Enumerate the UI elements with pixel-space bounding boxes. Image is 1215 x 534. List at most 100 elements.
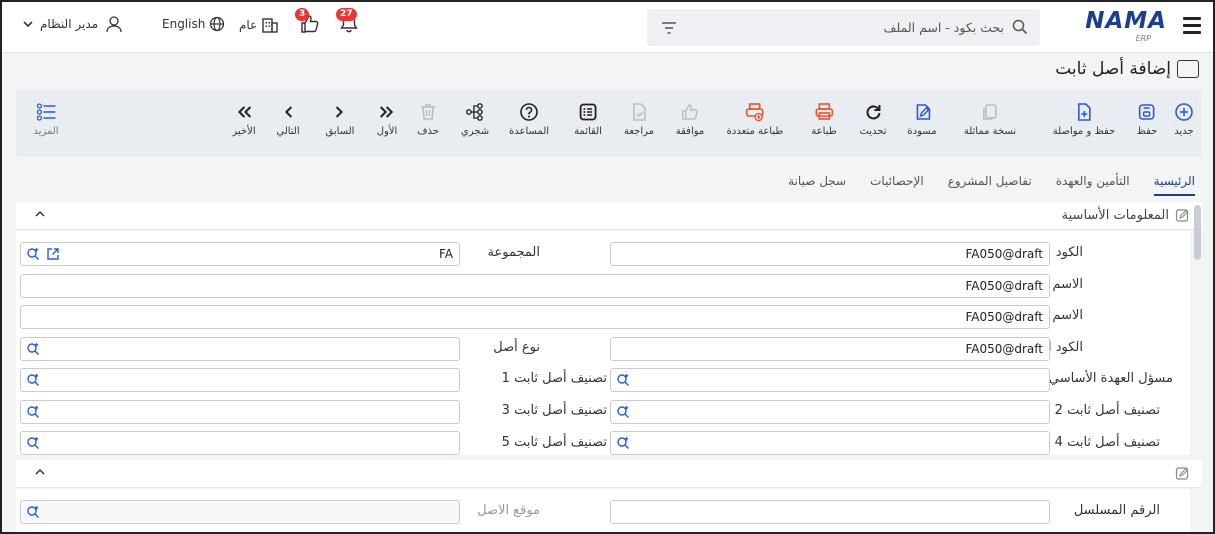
second-section-header[interactable]: [16, 460, 1202, 488]
tab-bar: الرئيسية التأمين والعهدة تفاصيل المشروع …: [788, 174, 1195, 196]
class3-label: تصنيف أصل ثابت 3: [501, 403, 607, 418]
tree-button[interactable]: شجري: [461, 102, 489, 137]
branch-label: عام: [239, 18, 258, 32]
asset-type-field[interactable]: [20, 337, 460, 361]
search-lookup-icon[interactable]: [26, 405, 40, 419]
search-icon: [1012, 19, 1028, 38]
search-lookup-icon[interactable]: [616, 436, 630, 450]
code-field[interactable]: FA050@draft: [610, 242, 1050, 266]
class5-label: تصنيف أصل ثابت 5: [501, 435, 607, 450]
serial-number-field[interactable]: [610, 500, 1050, 524]
edit-icon: [1175, 209, 1189, 222]
custody-field[interactable]: [610, 368, 1050, 392]
basic-info-form: الكود FA050@draft المجموعة FA الاسم العر…: [16, 231, 1190, 455]
last-button[interactable]: الأخير: [232, 102, 256, 137]
serial-number-label: الرقم المسلسل: [1073, 503, 1160, 518]
english-code-field[interactable]: FA050@draft: [610, 337, 1050, 361]
notifications-button[interactable]: 27: [336, 8, 360, 37]
page-title-text: إضافة أصل ثابت: [1055, 59, 1171, 79]
approvals-button[interactable]: 3: [295, 8, 321, 38]
filter-icon[interactable]: [661, 21, 677, 38]
second-section-title: [1175, 466, 1190, 481]
language-switch[interactable]: English: [162, 16, 225, 32]
refresh-icon: [866, 105, 880, 120]
list-icon: [579, 103, 597, 121]
save-continue-button[interactable]: حفظ و مواصلة: [1053, 102, 1115, 137]
second-section-form: الرقم المسلسل موقع الاصل: [16, 489, 1190, 532]
class3-field[interactable]: [20, 400, 460, 424]
search-lookup-icon[interactable]: [616, 405, 630, 419]
search-box[interactable]: بحث بكود - اسم الملف: [647, 9, 1040, 46]
trash-icon: [420, 104, 435, 120]
approvals-badge: 3: [295, 8, 310, 21]
tree-icon: [466, 103, 483, 121]
tab-main[interactable]: الرئيسية: [1153, 174, 1195, 196]
english-name-field[interactable]: FA050@draft: [20, 305, 1050, 329]
branch-selector[interactable]: عام: [239, 16, 279, 34]
draft-button[interactable]: مسودة: [907, 102, 937, 137]
class4-field[interactable]: [610, 431, 1050, 455]
plus-circle-icon: [1175, 103, 1193, 121]
building-icon: [262, 18, 278, 33]
search-lookup-icon[interactable]: [26, 247, 40, 261]
logo[interactable]: NAMA ERP: [1079, 8, 1167, 46]
group-field[interactable]: FA: [20, 242, 460, 266]
arabic-name-field[interactable]: FA050@draft: [20, 274, 1050, 298]
copy-icon: [983, 104, 997, 120]
similar-copy-button[interactable]: نسخة مماثلة: [964, 102, 1016, 137]
previous-button[interactable]: السابق: [326, 102, 354, 137]
asset-type-label: نوع أصل: [493, 340, 540, 355]
window-icon: [1177, 60, 1199, 78]
search-lookup-icon[interactable]: [26, 505, 40, 519]
asset-location-field[interactable]: [20, 500, 460, 524]
user-icon: [106, 16, 122, 33]
code-label: الكود: [1055, 245, 1083, 260]
top-bar: NAMA ERP بحث بكود - اسم الملف 27 3 عام E…: [2, 2, 1213, 53]
class2-field[interactable]: [610, 400, 1050, 424]
search-lookup-icon[interactable]: [616, 373, 630, 387]
page-title: إضافة أصل ثابت: [1055, 59, 1199, 79]
tab-statistics[interactable]: الإحصائيات: [870, 174, 924, 196]
user-menu[interactable]: مدير النظام: [22, 14, 124, 34]
more-button[interactable]: المزيد: [33, 102, 59, 137]
class2-label: تصنيف أصل ثابت 2: [1054, 403, 1160, 418]
delete-button[interactable]: حذف: [417, 102, 439, 137]
class5-field[interactable]: [20, 431, 460, 455]
list-button[interactable]: القائمة: [574, 102, 602, 137]
external-link-icon[interactable]: [46, 247, 60, 261]
chevron-up-icon[interactable]: [34, 466, 46, 478]
language-label: English: [162, 17, 206, 31]
review-button[interactable]: مراجعة: [624, 102, 654, 137]
scrollbar-thumb[interactable]: [1194, 205, 1201, 260]
search-lookup-icon[interactable]: [26, 436, 40, 450]
class1-field[interactable]: [20, 368, 460, 392]
user-name: مدير النظام: [40, 17, 99, 31]
tab-maintenance-log[interactable]: سجل صيانة: [788, 174, 846, 196]
menu-icon[interactable]: [1183, 17, 1201, 35]
review-icon: [633, 103, 646, 121]
chevron-up-icon[interactable]: [34, 208, 46, 220]
custody-label: مسؤل العهدة الأساسي: [1048, 371, 1173, 386]
logo-sub: ERP: [1135, 34, 1151, 43]
save-button[interactable]: حفظ: [1137, 102, 1157, 137]
approve-button[interactable]: موافقة: [676, 102, 704, 137]
logo-text: NAMA: [1085, 8, 1167, 34]
search-lookup-icon[interactable]: [26, 342, 40, 356]
basic-info-header[interactable]: المعلومات الأساسية: [16, 202, 1202, 230]
refresh-button[interactable]: تحديث: [859, 102, 887, 137]
toolbar: جديد حفظ حفظ و مواصلة نسخة مماثلة مسودة …: [16, 90, 1202, 157]
double-chevron-right-icon: [380, 106, 394, 118]
search-lookup-icon[interactable]: [26, 373, 40, 387]
tab-insurance-custody[interactable]: التأمين والعهدة: [1056, 174, 1130, 196]
new-button[interactable]: جديد: [1174, 102, 1194, 137]
double-chevron-left-icon: [237, 106, 251, 118]
tab-project-details[interactable]: تفاصيل المشروع: [948, 174, 1032, 196]
multi-print-button[interactable]: طباعة متعددة: [727, 102, 783, 137]
help-button[interactable]: المساعدة: [509, 102, 549, 137]
next-button[interactable]: التالي: [276, 102, 300, 137]
group-label: المجموعة: [487, 245, 540, 260]
search-input[interactable]: بحث بكود - اسم الملف: [884, 20, 1004, 35]
edit-icon: [1175, 467, 1189, 480]
first-button[interactable]: الأول: [377, 102, 397, 137]
print-button[interactable]: طباعة: [811, 102, 837, 137]
